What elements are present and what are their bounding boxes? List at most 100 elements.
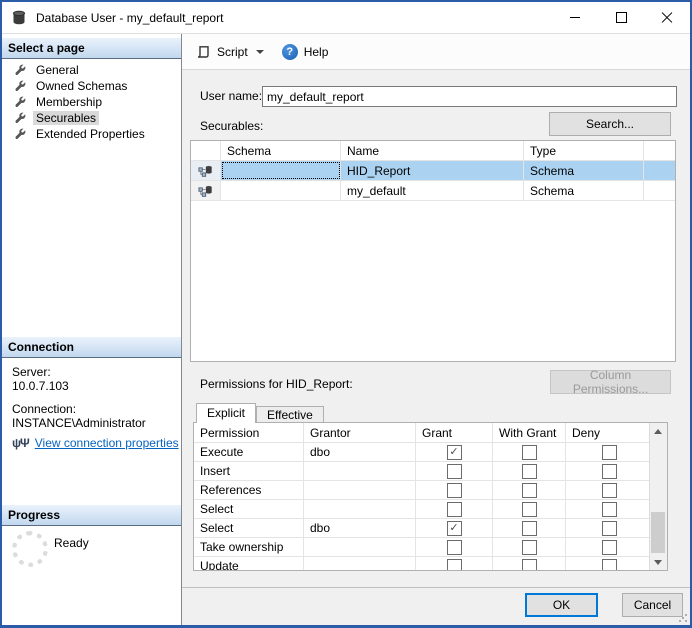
- with-grant-cell: [493, 481, 566, 499]
- securable-row[interactable]: my_defaultSchema: [191, 181, 675, 201]
- schema-cell[interactable]: [221, 161, 341, 180]
- deny-checkbox[interactable]: [602, 540, 617, 555]
- with-grant-checkbox[interactable]: [522, 540, 537, 555]
- deny-cell: [566, 443, 649, 461]
- grant-checkbox[interactable]: [447, 559, 462, 571]
- schema-cell[interactable]: [221, 181, 341, 200]
- grant-checkbox[interactable]: [447, 464, 462, 479]
- sidebar: Select a page GeneralOwned SchemasMember…: [2, 34, 182, 625]
- column-header-filler: [644, 141, 675, 160]
- script-label: Script: [217, 45, 248, 59]
- grant-checkbox[interactable]: [447, 521, 462, 536]
- permission-row[interactable]: References: [194, 481, 649, 500]
- ok-button[interactable]: OK: [525, 593, 598, 617]
- permission-row[interactable]: Select: [194, 500, 649, 519]
- permission-row[interactable]: Take ownership: [194, 538, 649, 557]
- deny-checkbox[interactable]: [602, 559, 617, 571]
- search-button[interactable]: Search...: [549, 112, 671, 136]
- securable-row[interactable]: HID_ReportSchema: [191, 161, 675, 181]
- scroll-down-icon: [654, 560, 662, 565]
- securables-page: User name: Securables: Search... SchemaN…: [182, 71, 690, 625]
- column-header-name: Name: [341, 141, 524, 160]
- deny-checkbox[interactable]: [602, 445, 617, 460]
- permission-row[interactable]: Insert: [194, 462, 649, 481]
- scroll-up-button[interactable]: [650, 423, 666, 439]
- sidebar-item-securables[interactable]: Securables: [2, 110, 179, 126]
- securables-grid: SchemaNameType HID_ReportSchemamy_defaul…: [190, 140, 676, 362]
- name-cell[interactable]: HID_Report: [341, 161, 524, 180]
- grant-checkbox[interactable]: [447, 483, 462, 498]
- close-button[interactable]: [644, 2, 690, 33]
- script-button[interactable]: Script: [191, 41, 268, 63]
- connection-value: INSTANCE\Administrator: [12, 416, 146, 430]
- tab-explicit[interactable]: Explicit: [196, 403, 256, 423]
- help-icon: ?: [282, 44, 298, 60]
- grant-cell: [416, 538, 493, 556]
- permission-cell: Select: [194, 519, 304, 537]
- vertical-scrollbar[interactable]: [649, 423, 667, 570]
- toolbar: Script ? Help: [182, 34, 690, 70]
- grantor-cell: [304, 462, 416, 480]
- grantor-cell: dbo: [304, 519, 416, 537]
- permission-row[interactable]: Executedbo: [194, 443, 649, 462]
- cancel-button[interactable]: Cancel: [622, 593, 683, 617]
- permission-row[interactable]: Update: [194, 557, 649, 570]
- progress-header: Progress: [2, 505, 181, 526]
- sidebar-item-general[interactable]: General: [2, 62, 179, 78]
- grantor-cell: [304, 500, 416, 518]
- deny-checkbox[interactable]: [602, 502, 617, 517]
- database-icon: [11, 10, 27, 26]
- help-button[interactable]: ? Help: [278, 41, 333, 63]
- title-bar[interactable]: Database User - my_default_report: [2, 2, 690, 34]
- column-permissions-button[interactable]: Column Permissions...: [550, 370, 671, 394]
- grant-cell: [416, 519, 493, 537]
- view-connection-properties-link[interactable]: View connection properties: [35, 436, 179, 450]
- grant-checkbox[interactable]: [447, 502, 462, 517]
- deny-cell: [566, 481, 649, 499]
- with-grant-checkbox[interactable]: [522, 521, 537, 536]
- deny-checkbox[interactable]: [602, 483, 617, 498]
- name-cell[interactable]: my_default: [341, 181, 524, 200]
- with-grant-checkbox[interactable]: [522, 559, 537, 571]
- resize-grip[interactable]: [678, 613, 687, 622]
- minimize-icon: [570, 17, 580, 18]
- grant-cell: [416, 557, 493, 570]
- scroll-down-button[interactable]: [650, 554, 666, 570]
- with-grant-cell: [493, 519, 566, 537]
- user-name-input[interactable]: [262, 86, 677, 107]
- sidebar-item-owned-schemas[interactable]: Owned Schemas: [2, 78, 179, 94]
- type-cell[interactable]: Schema: [524, 181, 644, 200]
- server-label: Server:: [12, 365, 51, 379]
- permission-row[interactable]: Selectdbo: [194, 519, 649, 538]
- securables-label: Securables:: [200, 119, 263, 133]
- with-grant-checkbox[interactable]: [522, 445, 537, 460]
- with-grant-checkbox[interactable]: [522, 464, 537, 479]
- column-header-permission: Permission: [194, 423, 304, 442]
- scrollbar-thumb[interactable]: [651, 512, 665, 553]
- grant-cell: [416, 500, 493, 518]
- connection-properties-icon: ψΨ: [12, 436, 29, 450]
- row-header-cell: [191, 141, 221, 160]
- with-grant-checkbox[interactable]: [522, 502, 537, 517]
- with-grant-cell: [493, 500, 566, 518]
- minimize-button[interactable]: [552, 2, 598, 33]
- chevron-down-icon: [256, 50, 264, 54]
- permissions-grid: PermissionGrantorGrantWith GrantDeny Exe…: [193, 422, 668, 571]
- grant-checkbox[interactable]: [447, 540, 462, 555]
- grant-cell: [416, 443, 493, 461]
- permissions-for-label: Permissions for HID_Report:: [200, 377, 353, 391]
- maximize-button[interactable]: [598, 2, 644, 33]
- window-title: Database User - my_default_report: [36, 11, 223, 25]
- sidebar-item-membership[interactable]: Membership: [2, 94, 179, 110]
- permission-cell: Execute: [194, 443, 304, 461]
- with-grant-cell: [493, 443, 566, 461]
- type-cell[interactable]: Schema: [524, 161, 644, 180]
- tab-effective[interactable]: Effective: [256, 406, 324, 423]
- column-header-deny: Deny: [566, 423, 649, 442]
- with-grant-checkbox[interactable]: [522, 483, 537, 498]
- grantor-cell: [304, 481, 416, 499]
- deny-checkbox[interactable]: [602, 464, 617, 479]
- sidebar-item-extended-properties[interactable]: Extended Properties: [2, 126, 179, 142]
- grant-checkbox[interactable]: [447, 445, 462, 460]
- deny-checkbox[interactable]: [602, 521, 617, 536]
